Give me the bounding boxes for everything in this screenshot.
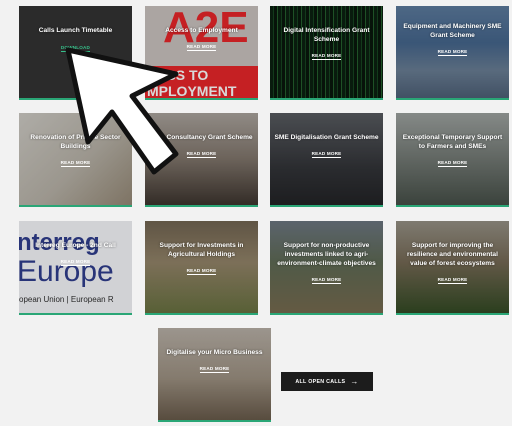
arrow-right-icon: → (350, 376, 359, 386)
read-more-link[interactable]: READ MORE (437, 277, 468, 284)
tile-interreg-europe[interactable]: nterreg Europe opean Union | European R … (19, 221, 132, 315)
tile-exceptional-temporary-support[interactable]: Exceptional Temporary Support to Farmers… (396, 113, 509, 207)
tile-non-productive-investments[interactable]: Support for non-productive investments l… (270, 221, 383, 315)
tile-title: Digital Intensification Grant Scheme (283, 27, 370, 43)
tile-sme-consultancy[interactable]: SME Consultancy Grant Scheme READ MORE (145, 113, 258, 207)
read-more-link[interactable]: READ MORE (60, 259, 91, 266)
tile-title: Support for improving the resilience and… (407, 242, 498, 267)
tile-digital-intensification[interactable]: Digital Intensification Grant Scheme REA… (270, 6, 383, 100)
read-more-link[interactable]: READ MORE (311, 53, 342, 60)
tile-title: Calls Launch Timetable (38, 27, 113, 34)
read-more-link[interactable]: READ MORE (311, 277, 342, 284)
read-more-link[interactable]: READ MORE (186, 44, 217, 51)
all-open-calls-label: ALL OPEN CALLS (295, 378, 346, 385)
read-more-link[interactable]: READ MORE (186, 268, 217, 275)
tile-title: Interreg Europe - 2nd Call (35, 242, 116, 249)
calls-grid-page: Calls Launch Timetable DOWNLOAD A2E CESS… (0, 0, 512, 426)
tile-title: SME Consultancy Grant Scheme (150, 134, 253, 141)
tile-sme-digitalisation[interactable]: SME Digitalisation Grant Scheme READ MOR… (270, 113, 383, 207)
read-more-link[interactable]: READ MORE (199, 366, 230, 373)
tile-calls-launch-timetable[interactable]: Calls Launch Timetable DOWNLOAD (19, 6, 132, 100)
tile-agricultural-holdings[interactable]: Support for Investments in Agricultural … (145, 221, 258, 315)
tile-forest-ecosystems[interactable]: Support for improving the resilience and… (396, 221, 509, 315)
tile-digitalise-micro-business[interactable]: Digitalise your Micro Business READ MORE (158, 328, 271, 422)
tile-title: Equipment and Machinery SME Grant Scheme (403, 23, 502, 39)
tile-title: SME Digitalisation Grant Scheme (274, 134, 379, 141)
read-more-link[interactable]: READ MORE (60, 160, 91, 167)
all-open-calls-button[interactable]: ALL OPEN CALLS → (281, 372, 373, 391)
tile-title: Support for Investments in Agricultural … (159, 242, 244, 258)
read-more-link[interactable]: READ MORE (437, 160, 468, 167)
read-more-link[interactable]: READ MORE (311, 151, 342, 158)
tile-equipment-machinery[interactable]: Equipment and Machinery SME Grant Scheme… (396, 6, 509, 100)
read-more-link[interactable]: READ MORE (437, 49, 468, 56)
tile-title: Access to Employment (165, 27, 238, 34)
tile-access-to-employment[interactable]: A2E CESS TO MPLOYMENT Access to Employme… (145, 6, 258, 100)
tile-renovation-private-sector[interactable]: Renovation of Private Sector Buildings R… (19, 113, 132, 207)
tile-title: Exceptional Temporary Support to Farmers… (402, 134, 503, 150)
read-more-link[interactable]: READ MORE (186, 151, 217, 158)
tile-title: Support for non-productive investments l… (277, 242, 376, 267)
download-link[interactable]: DOWNLOAD (60, 45, 91, 52)
tile-title: Digitalise your Micro Business (166, 349, 263, 356)
tile-title: Renovation of Private Sector Buildings (30, 134, 121, 150)
